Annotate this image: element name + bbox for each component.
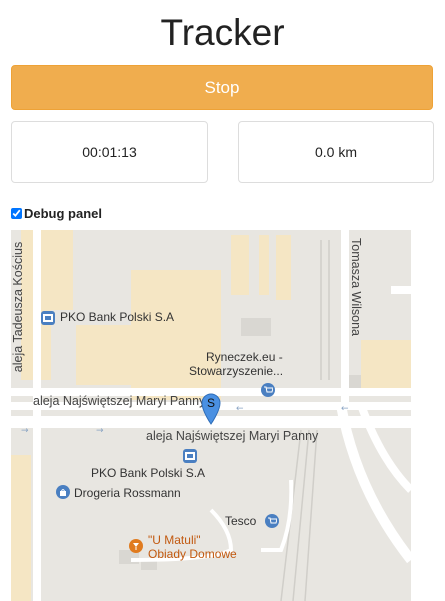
distance-display: 0.0 km — [238, 121, 434, 183]
poi-label-pko-top[interactable]: PKO Bank Polski S.A — [60, 310, 174, 324]
svg-text:←: ← — [341, 404, 349, 414]
distance-value: 0.0 km — [314, 144, 357, 160]
debug-panel-toggle[interactable]: Debug panel — [11, 206, 102, 221]
street-label-aleja-upper: aleja Najświętszej Maryi Panny — [33, 394, 206, 408]
poi-label-pko-bottom[interactable]: PKO Bank Polski S.A — [91, 466, 205, 480]
street-label-kosciuszki: aleja Tadeusza Kościus — [11, 241, 26, 373]
page-title: Tracker — [160, 12, 285, 53]
svg-text:→: → — [96, 426, 104, 436]
poi-label-umatuli-line1[interactable]: "U Matuli" — [148, 533, 201, 547]
bank-icon[interactable] — [41, 311, 55, 325]
shopping-cart-icon[interactable] — [265, 514, 279, 528]
street-label-wilsona: Tomasza Wilsona — [348, 238, 363, 336]
bank-icon[interactable] — [183, 449, 197, 463]
marker-letter: S — [206, 396, 215, 410]
debug-panel-checkbox[interactable] — [11, 208, 22, 219]
location-marker-icon[interactable]: S — [201, 393, 221, 425]
svg-text:→: → — [21, 426, 29, 436]
elapsed-time-display: 00:01:13 — [11, 121, 208, 183]
stop-button[interactable]: Stop — [11, 65, 433, 110]
restaurant-icon[interactable] — [129, 539, 143, 553]
poi-label-ryneczek-line1[interactable]: Ryneczek.eu - — [206, 350, 283, 364]
elapsed-time-value: 00:01:13 — [82, 144, 137, 160]
poi-label-umatuli-line2[interactable]: Obiady Domowe — [148, 547, 237, 561]
poi-label-ryneczek-line2[interactable]: Stowarzyszenie... — [189, 364, 283, 378]
poi-label-rossmann[interactable]: Drogeria Rossmann — [74, 486, 181, 500]
map-view[interactable]: ← → → ← aleja Tadeusza Kościus Tomasza W… — [11, 230, 411, 601]
debug-panel-label: Debug panel — [24, 206, 103, 221]
shopping-cart-icon[interactable] — [261, 383, 275, 397]
svg-text:←: ← — [236, 404, 244, 414]
street-label-aleja-lower: aleja Najświętszej Maryi Panny — [146, 429, 319, 443]
poi-label-tesco[interactable]: Tesco — [225, 514, 256, 528]
shopping-bag-icon[interactable] — [56, 485, 70, 499]
